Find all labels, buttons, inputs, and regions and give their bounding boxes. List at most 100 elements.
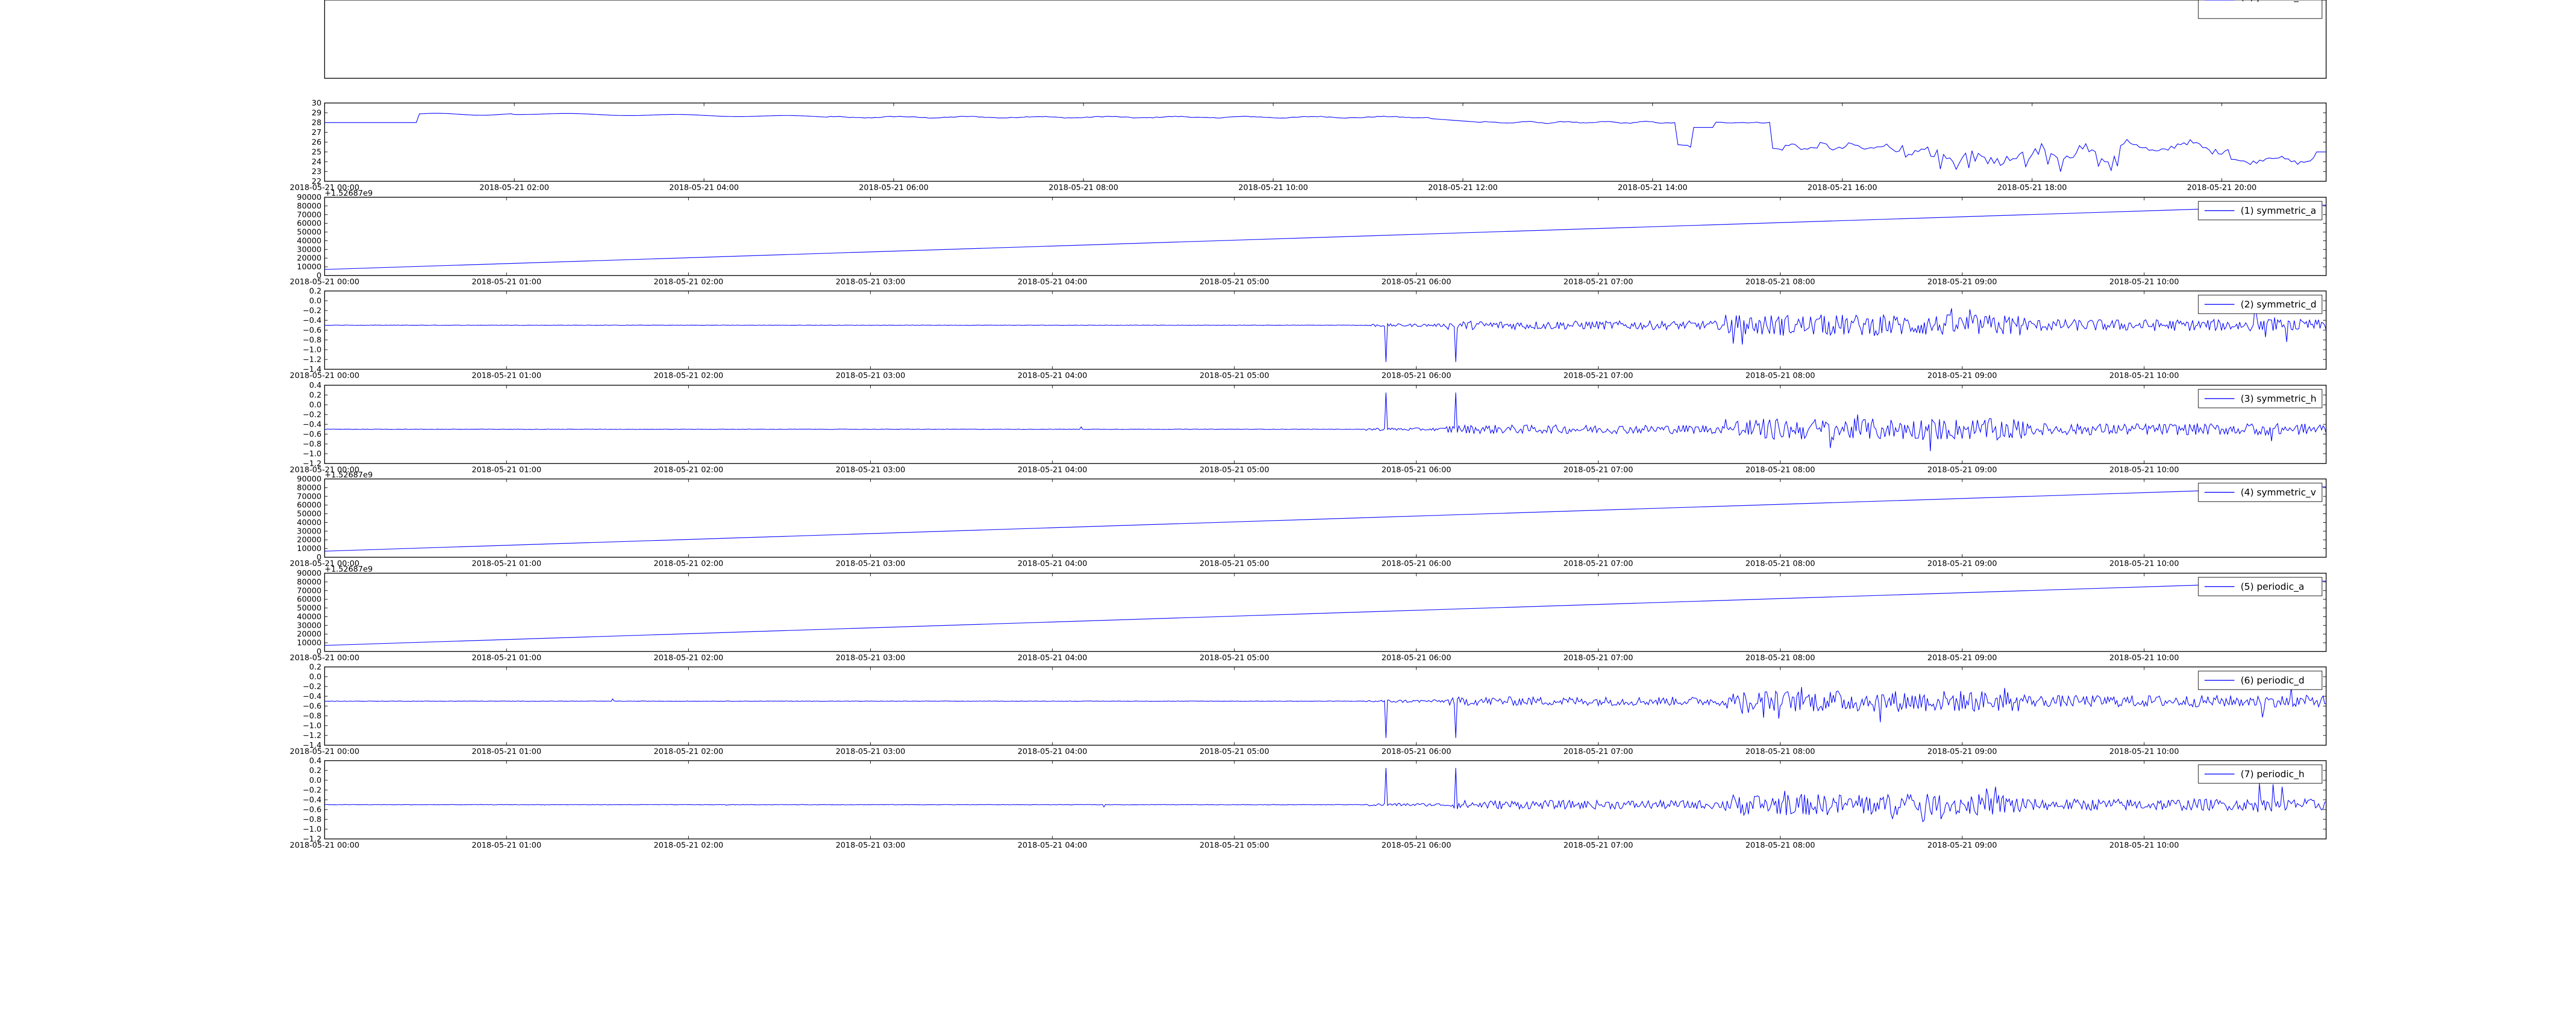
x-tick-label: 2018-05-21 09:00	[1927, 465, 1997, 474]
offset-label: +1.52687e9	[325, 0, 372, 2]
x-tick-label: 2018-05-21 03:00	[836, 371, 905, 380]
y-tick-label: 0.4	[309, 381, 321, 390]
chart-figure: 2018-05-21 00:00 2018-05-21 02:00 2018-05-…	[0, 0, 2576, 1030]
y-tick-label: 80000	[297, 201, 321, 211]
offset-label: +1.52687e9	[325, 188, 372, 198]
x-tick-label: 2018-05-21 10:00	[2109, 747, 2179, 756]
legend-label: (3) symmetric_h	[2241, 393, 2316, 404]
y-tick-label: −0.6	[303, 805, 321, 814]
y-tick-label: 30000	[297, 621, 321, 630]
y-tick-label: −1.4	[303, 741, 321, 750]
y-tick-label: 23	[312, 167, 321, 176]
y-tick-label: −0.2	[303, 410, 321, 419]
x-tick-label: 2018-05-21 02:00	[654, 559, 723, 568]
y-tick-label: 50000	[297, 509, 321, 519]
y-tick-label: 50000	[297, 228, 321, 237]
y-tick-label: 0	[316, 553, 321, 562]
y-tick-label: 60000	[297, 501, 321, 510]
x-tick-label: 2018-05-21 03:00	[836, 653, 905, 662]
x-tick-label: 2018-05-21 08:00	[1745, 840, 1815, 850]
y-tick-label: 0.4	[309, 756, 321, 765]
x-tick-label: 2018-05-21 04:00	[1018, 0, 1087, 2]
x-tick-label: 2018-05-21 01:00	[472, 840, 541, 850]
x-tick-label: 2018-05-21 03:00	[836, 277, 905, 286]
y-tick-label: −1.4	[303, 365, 321, 374]
x-tick-label: 2018-05-21 08:00	[1745, 371, 1815, 380]
x-tick-label: 2018-05-21 08:00	[1745, 0, 1815, 2]
y-tick-label: 10000	[297, 638, 321, 647]
y-tick-label: −0.6	[303, 430, 321, 439]
x-tick-label: 2018-05-21 02:00	[654, 840, 723, 850]
x-tick-label: 2018-05-21 10:00	[2109, 371, 2179, 380]
y-tick-label: 0.2	[309, 662, 321, 672]
x-tick-label: 2018-05-21 01:00	[472, 653, 541, 662]
y-tick-label: −1.2	[303, 355, 321, 364]
figure-background	[0, 0, 2576, 1030]
y-tick-label: 50000	[297, 604, 321, 613]
y-tick-label: 0.0	[309, 776, 321, 785]
y-tick-label: 30000	[297, 526, 321, 536]
x-tick-label: 2018-05-21 09:00	[1927, 653, 1997, 662]
x-tick-label: 2018-05-21 04:00	[1018, 277, 1087, 286]
y-tick-label: 70000	[297, 210, 321, 219]
legend-label: (1) symmetric_a	[2241, 205, 2316, 216]
x-tick-label: 2018-05-21 06:00	[1382, 371, 1451, 380]
x-tick-label: 2018-05-21 10:00	[2109, 559, 2179, 568]
y-tick-label: −0.4	[303, 692, 321, 701]
x-tick-label: 2018-05-21 10:00	[2109, 653, 2179, 662]
x-tick-label: 2018-05-21 05:00	[1199, 653, 1269, 662]
y-tick-label: −0.6	[303, 701, 321, 711]
y-tick-label: 28	[312, 118, 321, 127]
y-tick-label: −1.0	[303, 721, 321, 730]
y-tick-label: 26	[312, 138, 321, 147]
y-tick-label: 29	[312, 108, 321, 117]
y-tick-label: 27	[312, 128, 321, 137]
x-tick-label: 2018-05-21 01:00	[472, 0, 541, 2]
y-tick-label: −0.2	[303, 785, 321, 795]
legend-label: (4) symmetric_v	[2241, 487, 2316, 498]
y-tick-label: −1.2	[303, 459, 321, 468]
y-tick-label: 0.0	[309, 296, 321, 305]
y-tick-label: 90000	[297, 569, 321, 578]
x-tick-label: 2018-05-21 02:00	[654, 747, 723, 756]
y-tick-label: −0.2	[303, 682, 321, 691]
x-tick-label: 2018-05-21 05:00	[1199, 747, 1269, 756]
x-tick-label: 2018-05-21 10:00	[2109, 465, 2179, 474]
x-tick-label: 2018-05-21 01:00	[472, 277, 541, 286]
y-tick-label: 70000	[297, 586, 321, 595]
y-tick-label: −0.8	[303, 335, 321, 345]
x-tick-label: 2018-05-21 14:00	[1618, 183, 1687, 192]
x-tick-label: 2018-05-21 00:00	[290, 277, 359, 286]
y-tick-label: −1.0	[303, 825, 321, 834]
x-tick-label: 2018-05-21 04:00	[1018, 840, 1087, 850]
x-tick-label: 2018-05-21 06:00	[859, 183, 928, 192]
x-tick-label: 2018-05-21 07:00	[1564, 277, 1633, 286]
y-tick-label: 0	[316, 647, 321, 656]
legend-label: (2) symmetric_d	[2241, 299, 2316, 310]
y-tick-label: 90000	[297, 0, 321, 2]
y-tick-label: −0.8	[303, 711, 321, 720]
x-tick-label: 2018-05-21 07:00	[1564, 465, 1633, 474]
y-tick-label: 0	[316, 271, 321, 280]
y-tick-label: −0.4	[303, 795, 321, 804]
x-tick-label: 2018-05-21 04:00	[1018, 559, 1087, 568]
x-tick-label: 2018-05-21 10:00	[2109, 277, 2179, 286]
y-tick-label: 60000	[297, 595, 321, 604]
y-tick-label: −0.4	[303, 316, 321, 325]
y-tick-label: 40000	[297, 518, 321, 527]
offset-label: +1.52687e9	[325, 470, 372, 479]
x-tick-label: 2018-05-21 05:00	[1199, 465, 1269, 474]
x-tick-label: 2018-05-21 10:00	[1239, 183, 1308, 192]
x-tick-label: 2018-05-21 09:00	[1927, 371, 1997, 380]
x-tick-label: 2018-05-21 03:00	[836, 559, 905, 568]
y-tick-label: 10000	[297, 262, 321, 271]
y-tick-label: 10000	[297, 544, 321, 553]
x-tick-label: 2018-05-21 06:00	[1382, 559, 1451, 568]
x-tick-label: 2018-05-21 08:00	[1048, 183, 1118, 192]
x-tick-label: 2018-05-21 05:00	[1199, 559, 1269, 568]
x-tick-label: 2018-05-21 04:00	[1018, 653, 1087, 662]
y-tick-label: −1.2	[303, 834, 321, 844]
y-tick-label: 70000	[297, 492, 321, 501]
x-tick-label: 2018-05-21 08:00	[1745, 277, 1815, 286]
y-tick-label: 20000	[297, 535, 321, 544]
